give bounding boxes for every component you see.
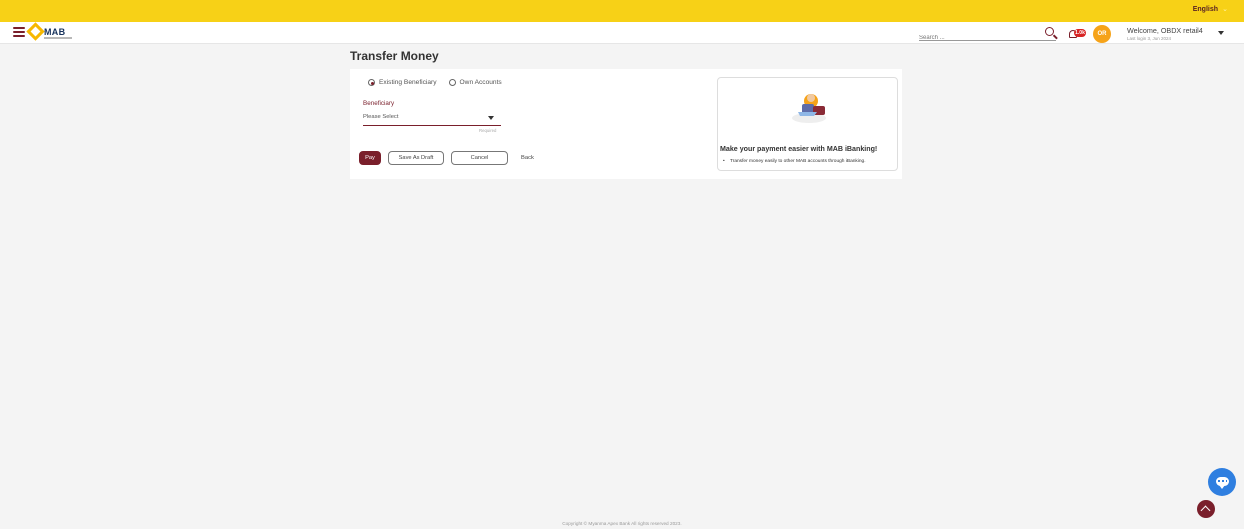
chevron-down-icon[interactable]: ⌄: [1222, 5, 1228, 13]
existing-beneficiary-radio[interactable]: [368, 79, 375, 86]
beneficiary-select-value[interactable]: Please Select: [363, 114, 398, 120]
pay-button[interactable]: Pay: [359, 151, 381, 165]
welcome-text: Welcome, OBDX retail4: [1127, 26, 1203, 35]
user-avatar[interactable]: OR: [1093, 25, 1111, 43]
last-login-text: Last login 3, Jun 2024: [1127, 36, 1172, 41]
search-input[interactable]: [919, 35, 1029, 41]
scroll-to-top-button[interactable]: [1197, 500, 1215, 518]
footer-copyright: Copyright © Myanma Apex Bank All rights …: [562, 521, 682, 526]
language-selector[interactable]: English: [1193, 6, 1218, 13]
menu-icon[interactable]: [13, 27, 25, 38]
beneficiary-type-radio-group: Existing Beneficiary Own Accounts: [368, 79, 514, 86]
promo-panel: Make your payment easier with MAB iBanki…: [717, 77, 898, 171]
save-as-draft-button[interactable]: Save As Draft: [388, 151, 444, 165]
beneficiary-label: Beneficiary: [363, 100, 395, 107]
person-laptop-illustration-icon: [792, 94, 826, 123]
bank-logo-text: MAB: [44, 27, 66, 37]
required-hint: Required: [479, 128, 497, 133]
page-title: Transfer Money: [350, 49, 439, 63]
promo-bullet: Transfer money easily to other MAB accou…: [722, 159, 884, 166]
back-link[interactable]: Back: [521, 155, 534, 161]
own-accounts-label[interactable]: Own Accounts: [460, 79, 502, 86]
app-header: MAB 1.0k OR Welcome, OBDX retail4 Last l…: [0, 22, 1244, 44]
user-menu-chevron-icon[interactable]: [1218, 31, 1224, 35]
promo-title: Make your payment easier with MAB iBanki…: [720, 145, 878, 153]
search-field[interactable]: [919, 26, 1056, 41]
logo-icon: [26, 22, 45, 41]
notification-count-badge[interactable]: 1.0k: [1074, 29, 1086, 37]
existing-beneficiary-label[interactable]: Existing Beneficiary: [379, 79, 437, 86]
top-language-bar: English ⌄: [0, 0, 1244, 22]
chat-bot-button[interactable]: [1208, 468, 1236, 496]
cancel-button[interactable]: Cancel: [451, 151, 508, 165]
chat-dots-icon[interactable]: [1218, 480, 1227, 482]
beneficiary-select[interactable]: Please Select: [363, 112, 501, 126]
dropdown-caret-icon[interactable]: [488, 116, 494, 120]
logo-underline: [44, 37, 72, 39]
search-icon[interactable]: [1045, 27, 1054, 36]
own-accounts-radio[interactable]: [448, 79, 456, 86]
transfer-form-card: Existing Beneficiary Own Accounts Benefi…: [350, 69, 902, 179]
